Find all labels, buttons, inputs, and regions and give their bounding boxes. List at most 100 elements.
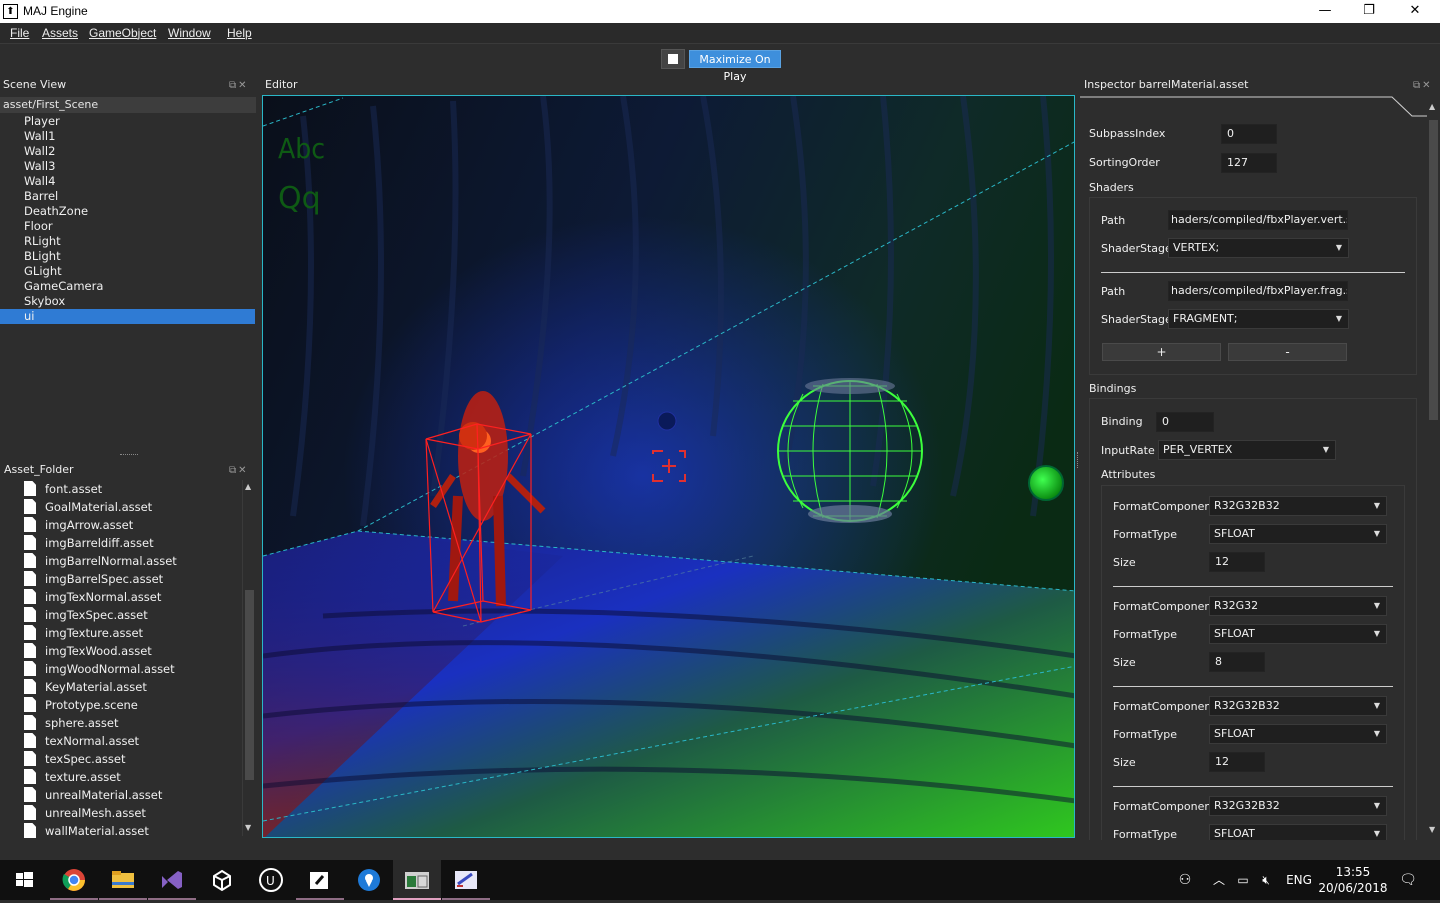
- asset-item[interactable]: imgArrow.asset: [24, 516, 133, 534]
- restore-button[interactable]: ❐: [1346, 0, 1392, 23]
- minimize-button[interactable]: —: [1302, 0, 1348, 23]
- dock-float-close-icon[interactable]: ⧉✕: [1413, 80, 1433, 91]
- asset-item[interactable]: Prototype.scene: [24, 696, 138, 714]
- scroll-up-icon[interactable]: ▲: [1429, 102, 1435, 111]
- scroll-up-icon[interactable]: ▲: [245, 482, 251, 491]
- asset-item[interactable]: texture.asset: [24, 768, 121, 786]
- scene-item[interactable]: GameCamera: [0, 279, 255, 294]
- scene-item[interactable]: ui: [0, 309, 255, 324]
- asset-item[interactable]: imgTexNormal.asset: [24, 588, 161, 606]
- scene-item[interactable]: Player: [0, 114, 255, 129]
- sorting-order-field[interactable]: 127: [1221, 153, 1277, 173]
- volume-muted-icon[interactable]: 🔇︎: [1256, 860, 1276, 900]
- menu-help[interactable]: Help: [227, 26, 252, 40]
- remove-shader-button[interactable]: -: [1228, 343, 1347, 361]
- maximize-on-play-button[interactable]: Maximize On Play: [689, 50, 781, 83]
- shader-stage-dropdown[interactable]: FRAGMENT; ▼: [1168, 309, 1349, 329]
- scene-item[interactable]: Wall4: [0, 174, 255, 189]
- menu-assets[interactable]: Assets: [42, 26, 78, 40]
- scene-item[interactable]: Skybox: [0, 294, 255, 309]
- panel-splitter-handle[interactable]: [120, 454, 138, 457]
- chrome-icon[interactable]: [50, 860, 98, 900]
- close-button[interactable]: ✕: [1392, 0, 1438, 23]
- asset-item[interactable]: imgWoodNormal.asset: [24, 660, 175, 678]
- network-icon[interactable]: ▭: [1233, 860, 1253, 900]
- scene-item[interactable]: BLight: [0, 249, 255, 264]
- scene-item[interactable]: GLight: [0, 264, 255, 279]
- play-toggle[interactable]: [661, 49, 685, 69]
- maps-icon[interactable]: [345, 860, 393, 900]
- format-type-dropdown[interactable]: SFLOAT ▼: [1209, 524, 1387, 544]
- add-shader-button[interactable]: +: [1102, 343, 1221, 361]
- menu-window[interactable]: Window: [168, 26, 211, 40]
- people-icon[interactable]: ⚇: [1172, 860, 1198, 900]
- asset-scrollbar[interactable]: ▲ ▼: [242, 480, 255, 836]
- scene-item[interactable]: Wall1: [0, 129, 255, 144]
- format-type-label: FormatType: [1113, 528, 1178, 541]
- subpass-index-field[interactable]: 0: [1221, 124, 1277, 144]
- unreal-icon[interactable]: U: [247, 860, 295, 900]
- scroll-thumb[interactable]: [245, 590, 254, 780]
- dock-float-close-icon[interactable]: ⧉✕: [229, 465, 249, 476]
- asset-item[interactable]: texSpec.asset: [24, 750, 125, 768]
- format-component-dropdown[interactable]: R32G32B32 ▼: [1209, 496, 1387, 516]
- blue-light-gizmo[interactable]: [657, 411, 677, 431]
- shader-path-field[interactable]: haders/compiled/fbxPlayer.frag.spv: [1168, 281, 1348, 301]
- paint-icon[interactable]: [442, 860, 490, 900]
- asset-item[interactable]: unrealMaterial.asset: [24, 786, 162, 804]
- windows-start-icon[interactable]: [0, 860, 48, 900]
- editor-viewport[interactable]: Abc Qq: [262, 95, 1075, 838]
- menu-gameobject[interactable]: GameObject: [89, 26, 156, 40]
- shader-path-field[interactable]: haders/compiled/fbxPlayer.vert.spv: [1168, 210, 1348, 230]
- format-type-dropdown[interactable]: SFLOAT ▼: [1209, 824, 1387, 840]
- asset-item[interactable]: sphere.asset: [24, 714, 118, 732]
- scene-item[interactable]: Wall3: [0, 159, 255, 174]
- asset-item[interactable]: imgBarrelNormal.asset: [24, 552, 177, 570]
- scene-item[interactable]: DeathZone: [0, 204, 255, 219]
- scene-item[interactable]: Floor: [0, 219, 255, 234]
- shader-stage-dropdown[interactable]: VERTEX; ▼: [1168, 238, 1349, 258]
- asset-item[interactable]: font.asset: [24, 480, 102, 498]
- asset-item[interactable]: imgBarreldiff.asset: [24, 534, 154, 552]
- visual-studio-icon[interactable]: [148, 860, 196, 900]
- binding-field[interactable]: 0: [1156, 412, 1214, 432]
- format-component-dropdown[interactable]: R32G32B32 ▼: [1209, 696, 1387, 716]
- format-type-dropdown[interactable]: SFLOAT ▼: [1209, 724, 1387, 744]
- barrel-wireframe[interactable]: [777, 378, 923, 523]
- asset-item[interactable]: KeyMaterial.asset: [24, 678, 147, 696]
- asset-item[interactable]: wallMaterial.asset: [24, 822, 149, 840]
- format-component-dropdown[interactable]: R32G32 ▼: [1209, 596, 1387, 616]
- asset-item[interactable]: imgBarrelSpec.asset: [24, 570, 163, 588]
- maj-engine-icon[interactable]: [393, 860, 441, 900]
- asset-item[interactable]: unrealMesh.asset: [24, 804, 146, 822]
- format-type-dropdown[interactable]: SFLOAT ▼: [1209, 624, 1387, 644]
- file-explorer-icon[interactable]: [99, 860, 147, 900]
- scroll-down-icon[interactable]: ▼: [1429, 825, 1435, 834]
- size-field[interactable]: 12: [1209, 752, 1265, 772]
- sublime-icon[interactable]: [296, 860, 344, 900]
- language-indicator[interactable]: ENG: [1283, 860, 1315, 900]
- scene-path[interactable]: asset/First_Scene: [0, 97, 256, 113]
- scene-item[interactable]: Barrel: [0, 189, 255, 204]
- asset-item[interactable]: imgTexWood.asset: [24, 642, 152, 660]
- clock[interactable]: 13:55 20/06/2018: [1318, 860, 1388, 900]
- unity-icon[interactable]: [198, 860, 246, 900]
- notifications-icon[interactable]: 🗨︎: [1396, 860, 1420, 900]
- asset-item[interactable]: GoalMaterial.asset: [24, 498, 152, 516]
- size-field[interactable]: 12: [1209, 552, 1265, 572]
- size-field[interactable]: 8: [1209, 652, 1265, 672]
- asset-item[interactable]: imgTexSpec.asset: [24, 606, 148, 624]
- chevron-up-icon[interactable]: ︿: [1210, 860, 1228, 900]
- scroll-down-icon[interactable]: ▼: [245, 823, 251, 832]
- scroll-thumb[interactable]: [1429, 120, 1438, 420]
- asset-item[interactable]: texNormal.asset: [24, 732, 139, 750]
- scene-item[interactable]: RLight: [0, 234, 255, 249]
- format-component-dropdown[interactable]: R32G32B32 ▼: [1209, 796, 1387, 816]
- input-rate-dropdown[interactable]: PER_VERTEX ▼: [1158, 440, 1336, 460]
- scene-item[interactable]: Wall2: [0, 144, 255, 159]
- dock-float-close-icon[interactable]: ⧉✕: [229, 80, 249, 91]
- green-light-gizmo[interactable]: [1028, 465, 1064, 501]
- asset-item[interactable]: imgTexture.asset: [24, 624, 143, 642]
- menu-file[interactable]: File: [10, 26, 29, 40]
- inspector-scrollbar[interactable]: ▲ ▼: [1427, 100, 1440, 840]
